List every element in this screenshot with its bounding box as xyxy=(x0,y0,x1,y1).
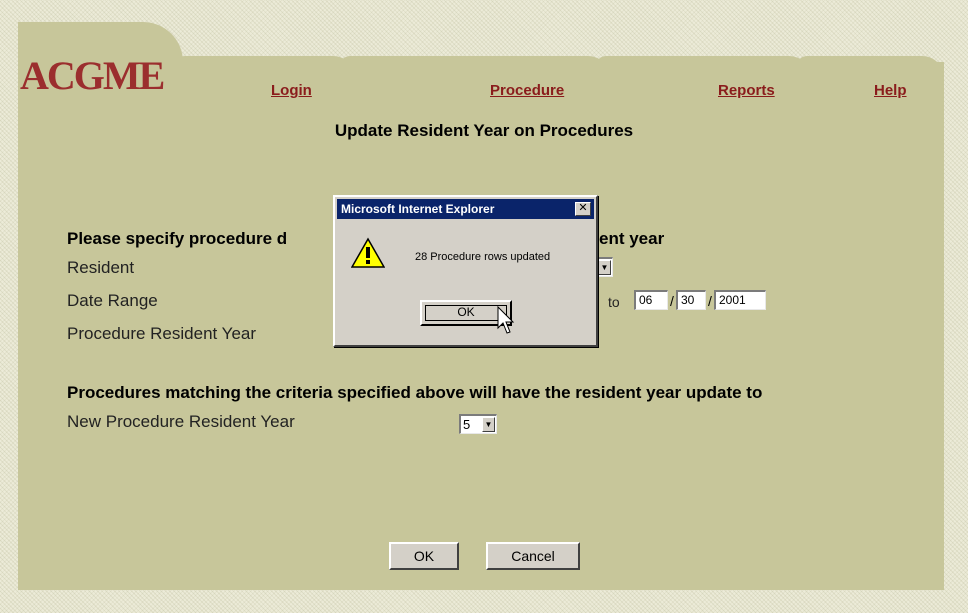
alert-dialog: Microsoft Internet Explorer ✕ 28 Procedu… xyxy=(333,195,598,347)
resident-label: Resident xyxy=(67,258,135,277)
tab-procedure[interactable]: Procedure xyxy=(490,82,564,99)
criteria-heading-left: Please specify procedure d xyxy=(67,229,288,248)
date-separator: / xyxy=(670,293,674,309)
ok-button[interactable]: OK xyxy=(389,542,459,570)
tab-reports[interactable]: Reports xyxy=(718,82,775,99)
page-title: Update Resident Year on Procedures xyxy=(334,121,634,140)
criteria-heading-right: ent year xyxy=(599,229,665,248)
date-range-label: Date Range xyxy=(67,291,158,310)
date-to-month-input[interactable]: 06 xyxy=(634,290,668,310)
warning-icon xyxy=(351,237,385,268)
dialog-titlebar[interactable]: Microsoft Internet Explorer ✕ xyxy=(337,199,594,219)
date-to-label: to xyxy=(608,294,620,310)
date-to-day-input[interactable]: 30 xyxy=(676,290,706,310)
cancel-button[interactable]: Cancel xyxy=(486,542,580,570)
procedure-year-label: Procedure Resident Year xyxy=(67,324,257,343)
tab-help[interactable]: Help xyxy=(874,82,907,99)
acgme-logo: ACGME xyxy=(20,53,165,98)
new-year-select[interactable]: 5 ▼ xyxy=(459,414,497,434)
new-year-label: New Procedure Resident Year xyxy=(67,412,295,431)
chevron-down-icon: ▼ xyxy=(598,260,611,275)
chevron-down-icon: ▼ xyxy=(482,417,495,432)
dialog-message: 28 Procedure rows updated xyxy=(415,251,551,263)
date-to-year-input[interactable]: 2001 xyxy=(714,290,766,310)
date-separator: / xyxy=(708,293,712,309)
mouse-cursor-icon xyxy=(497,306,515,334)
update-heading: Procedures matching the criteria specifi… xyxy=(67,383,763,402)
tab-login[interactable]: Login xyxy=(271,82,312,99)
dialog-title: Microsoft Internet Explorer xyxy=(341,202,495,216)
new-year-value: 5 xyxy=(463,417,471,432)
close-icon[interactable]: ✕ xyxy=(575,202,591,216)
